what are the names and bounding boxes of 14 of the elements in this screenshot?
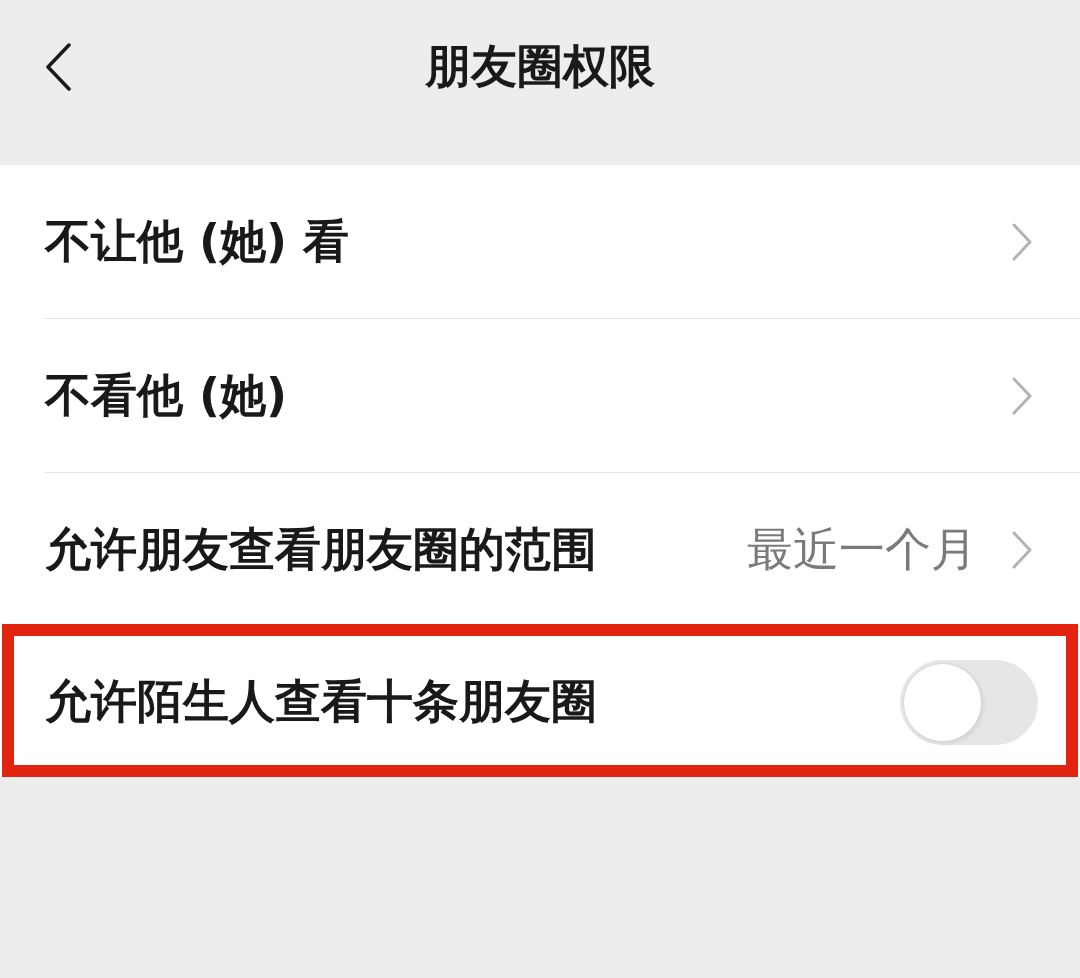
chevron-right-icon [1012,530,1032,569]
setting-label: 允许陌生人查看十条朋友圈 [45,674,598,730]
settings-row[interactable]: 允许朋友查看朋友圈的范围 最近一个月 [0,473,1080,627]
page-title: 朋友圈权限 [425,39,655,95]
setting-label: 不看他 (她) [45,367,289,424]
chevron-right-icon [1012,376,1032,415]
settings-row[interactable]: 不看他 (她) [0,319,1080,473]
chevron-right-icon [1012,222,1032,261]
setting-label: 不让他 (她) 看 [45,213,351,270]
back-chevron-icon [45,43,71,91]
setting-value: 最近一个月 [747,521,977,578]
settings-row[interactable]: 不让他 (她) 看 [0,165,1080,319]
setting-label: 允许朋友查看朋友圈的范围 [45,521,598,578]
back-button[interactable] [45,43,71,91]
